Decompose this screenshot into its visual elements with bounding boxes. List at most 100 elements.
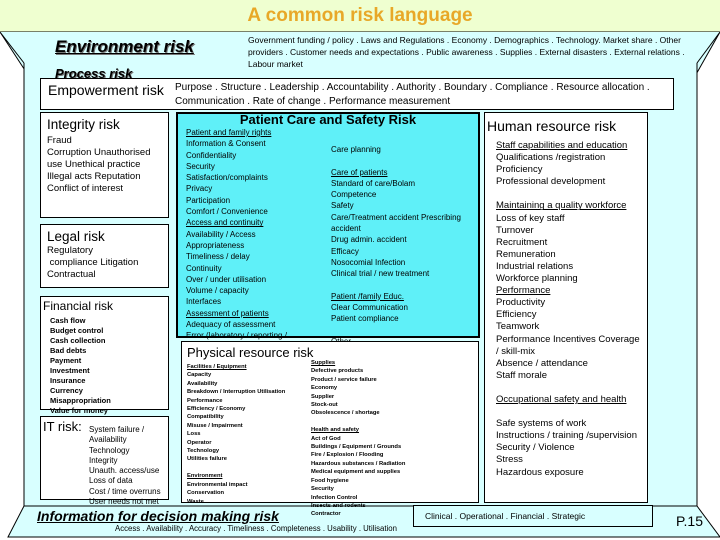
list-item: Remuneration <box>496 248 556 260</box>
group-heading: Patient and family rights <box>186 128 272 137</box>
group-heading: Care of patients <box>331 167 388 177</box>
human-resource-label: Human resource risk <box>487 118 617 134</box>
list-item: Industrial relations <box>496 260 574 272</box>
list-item: Cash flow <box>50 316 86 325</box>
list-item: Compatibility <box>187 414 224 421</box>
list-item: Efficacy <box>331 246 359 256</box>
list-item: Stress <box>496 454 523 466</box>
risk-dimensions-text: Clinical . Operational . Financial . Str… <box>425 511 586 521</box>
patient-care-label: Patient Care and Safety Risk <box>239 112 417 127</box>
list-item: Corruption Unauthorised <box>47 147 151 158</box>
list-item: Availability / Access <box>186 229 256 239</box>
list-item: Hazardous exposure <box>496 466 584 478</box>
financial-risk-list: Cash flow Budget control Cash collection Ba… <box>50 316 168 416</box>
information-risk-label: Information for decision making risk <box>37 508 279 524</box>
physical-resource-left-column: Facilities / Equipment Capacity Availabili… <box>187 363 307 506</box>
list-item: Waste <box>187 498 204 505</box>
it-risk-box: IT risk: System failure / Availability Tec… <box>40 416 169 506</box>
list-item: Volume / capacity <box>186 286 249 296</box>
page-number: P.15 <box>676 513 703 529</box>
list-item: User needs not met <box>89 497 159 507</box>
list-item: Turnover <box>496 224 534 236</box>
empowerment-risk-text: Purpose . Structure . Leadership . Accou… <box>175 82 650 107</box>
group-heading: Assessment of patients <box>186 308 269 318</box>
environment-risk-label: Environment risk <box>55 37 194 56</box>
list-item: Clear Communication <box>331 303 408 313</box>
group-heading: Health and safety <box>311 427 359 434</box>
list-item: Regulatory <box>47 245 93 256</box>
list-item: Timeliness / delay <box>186 252 250 262</box>
list-item: Breakdown / Interruption Utilisation <box>187 389 286 396</box>
list-item: Care planning <box>331 145 381 154</box>
list-item: Error (laboratory / reporting / <box>186 331 287 341</box>
list-item: Safety <box>331 201 354 211</box>
list-item: Continuity <box>186 263 222 273</box>
list-item: Proficiency <box>496 164 543 176</box>
legal-risk-box: Legal risk Regulatory compliance Litigat… <box>40 224 169 288</box>
list-item: Conservation <box>187 490 225 497</box>
list-item: Teamwork <box>496 321 540 333</box>
list-item: Investment <box>50 366 90 375</box>
list-item: Economy <box>311 385 338 392</box>
list-item: Integrity <box>89 455 118 465</box>
list-item: Standard of care/Bolam <box>331 178 416 188</box>
list-item: Efficiency / Economy <box>187 406 246 413</box>
list-item: Privacy <box>186 184 213 194</box>
list-item: Act of God <box>311 435 341 442</box>
group-heading: Staff capabilities and education <box>496 140 628 151</box>
group-heading: Occupational safety and health <box>496 393 627 405</box>
list-item: Medical equipment and supplies <box>311 469 401 476</box>
list-item: Availability <box>187 380 218 387</box>
list-item: Patient compliance <box>331 314 399 324</box>
human-resource-list: Staff capabilities and education Qualific… <box>496 140 640 479</box>
list-item: Qualifications /registration <box>496 152 606 164</box>
integrity-risk-label: Integrity risk <box>47 117 120 132</box>
list-item: Product / service failure <box>311 376 377 383</box>
physical-resource-right-column: Supplies Defective products Product / serv… <box>311 359 431 519</box>
list-item: Workforce planning <box>496 273 578 285</box>
list-item: Conflict of interest <box>47 183 124 194</box>
list-item: Supplier <box>311 393 335 400</box>
list-item: Food hygiene <box>311 477 349 484</box>
financial-risk-label: Financial risk <box>43 299 114 313</box>
list-item: Technology <box>89 445 130 455</box>
list-item: use Unethical practice <box>47 159 141 170</box>
list-item: Operator <box>187 439 212 446</box>
list-item: Care/Treatment accident Prescribing <box>331 212 461 222</box>
empowerment-risk-label: Empowerment risk <box>48 82 164 98</box>
list-item: Recruitment <box>496 236 548 248</box>
group-heading: Access and continuity <box>186 218 264 228</box>
it-risk-label: IT risk: <box>43 419 82 434</box>
list-item: Safe systems of work <box>496 418 587 430</box>
list-item: Contractual <box>47 269 96 280</box>
group-heading: Performance <box>496 285 551 297</box>
list-item: Fraud <box>47 135 72 146</box>
list-item: Performance <box>187 397 223 404</box>
list-item: Staff morale <box>496 369 548 381</box>
list-item: Satisfaction/complaints <box>186 173 268 183</box>
group-heading: Maintaining a quality workforce <box>496 200 627 212</box>
list-item: Adequacy of assessment <box>186 320 276 330</box>
list-item: Payment <box>50 356 82 365</box>
it-risk-list: System failure / Availability Technology In… <box>89 425 161 507</box>
list-item: Security <box>311 486 334 493</box>
list-item: Unauth. access/use <box>89 466 160 476</box>
list-item <box>496 406 640 418</box>
information-risk-text: Access . Availability . Accuracy . Timel… <box>115 524 397 533</box>
list-item: Participation <box>186 195 231 205</box>
list-item: Professional development <box>496 176 606 188</box>
physical-resource-label: Physical resource risk <box>187 345 314 360</box>
list-item: Information & Consent <box>186 139 266 149</box>
list-item: Performance Incentives Coverage <box>496 333 640 345</box>
list-item: Currency <box>50 386 83 395</box>
list-item: Loss of key staff <box>496 212 565 224</box>
list-item: Appropriateness <box>186 240 245 250</box>
integrity-risk-list: Fraud Corruption Unauthorised use Unethica… <box>47 135 168 195</box>
list-item: Absence / attendance <box>496 357 588 369</box>
list-item: Budget control <box>50 326 104 335</box>
group-heading: Patient /family Educ. <box>331 291 404 301</box>
